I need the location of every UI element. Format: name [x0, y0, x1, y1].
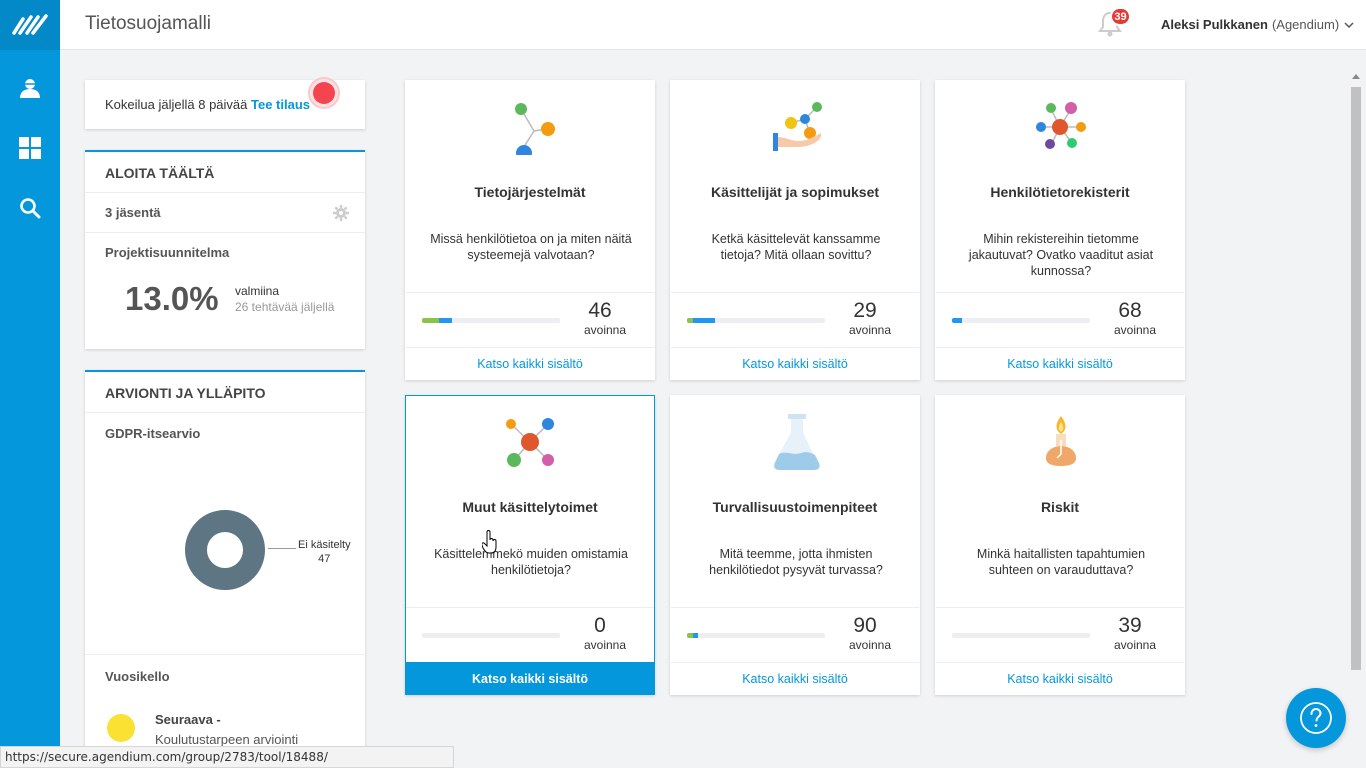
members-row[interactable]: 3 jäsentä — [85, 193, 365, 233]
progress-bar — [687, 633, 825, 638]
next-item[interactable]: Koulutustarpeen arviointi — [155, 732, 298, 747]
card-desc: Mihin rekistereihin tietomme jakautuvat?… — [968, 232, 1154, 278]
progress-segment — [422, 318, 439, 323]
notifications-button[interactable]: 39 — [1097, 7, 1131, 40]
help-button[interactable] — [1286, 688, 1346, 748]
card-title: Tietojärjestelmät — [474, 184, 586, 200]
open-label: avoinna — [848, 638, 892, 652]
progress-bar — [952, 318, 1090, 323]
dashboard-icon[interactable] — [0, 118, 60, 178]
open-count: 29 — [853, 299, 877, 322]
open-label: avoinna — [1113, 638, 1157, 652]
open-count: 68 — [1118, 299, 1142, 322]
progress-bar — [687, 318, 825, 323]
hand-cursor-icon — [482, 530, 497, 554]
open-count: 46 — [588, 299, 612, 322]
card-riskit[interactable]: Riskit Minkä haitallisten tapahtumien su… — [935, 395, 1185, 695]
open-label: avoinna — [583, 638, 627, 652]
search-icon[interactable] — [0, 178, 60, 238]
open-count: 90 — [853, 614, 877, 637]
card-desc: Mitä teemme, jotta ihmisten henkilötiedo… — [709, 547, 883, 577]
chevron-down-icon — [1344, 21, 1354, 28]
open-count: 39 — [1118, 614, 1142, 637]
progress-bar — [952, 633, 1090, 638]
project-percent: 13.0% — [125, 280, 219, 317]
subscribe-link[interactable]: Tee tilaus — [251, 97, 310, 112]
scroll-up-arrow[interactable] — [1352, 74, 1360, 79]
review-heading: ARVIONTI JA YLLÄPITO — [85, 372, 365, 413]
start-panel: ALOITA TÄÄLTÄ 3 jäsentä Projektisuunnite… — [85, 150, 365, 349]
card-desc: Minkä haitallisten tapahtumien suhteen o… — [976, 547, 1146, 577]
donut-label: Ei käsitelty 47 — [298, 538, 351, 566]
page-title: Tietosuojamalli — [85, 13, 212, 34]
hand-network-icon — [773, 102, 822, 151]
question-icon — [1300, 702, 1332, 734]
open-count: 0 — [594, 614, 606, 637]
scrollbar[interactable] — [1350, 70, 1362, 768]
card-desc: Missä henkilötietoa on ja miten näitä sy… — [430, 232, 632, 262]
progress-segment — [692, 633, 699, 638]
progress-segment — [438, 318, 453, 323]
sun-icon — [107, 714, 135, 742]
card-title: Riskit — [1040, 499, 1080, 515]
open-label: avoinna — [848, 323, 892, 337]
progress-bar — [422, 318, 560, 323]
view-all-link[interactable]: Katso kaikki sisältö — [671, 662, 919, 695]
scrollbar-thumb[interactable] — [1351, 87, 1361, 670]
open-label: avoinna — [583, 323, 627, 337]
gdpr-title[interactable]: GDPR-itsearvio — [85, 413, 365, 454]
progress-bar — [422, 633, 560, 638]
ready-label: valmiina — [235, 284, 280, 298]
next-label: Seuraava - — [155, 712, 221, 727]
yearclock-title[interactable]: Vuosikello — [85, 654, 365, 698]
flask-icon — [773, 414, 820, 470]
members-count: 3 jäsentä — [105, 205, 161, 220]
user-org: (Agendium) — [1271, 17, 1340, 32]
card-desc: Ketkä käsittelevät kanssamme tietoja? Mi… — [711, 232, 881, 262]
view-all-link[interactable]: Katso kaikki sisältö — [406, 662, 654, 695]
open-label: avoinna — [1113, 323, 1157, 337]
card-title: Käsittelijät ja sopimukset — [710, 184, 880, 200]
logo-icon[interactable] — [0, 0, 60, 50]
donut-label-value: 47 — [318, 553, 331, 565]
user-name: Aleksi Pulkkanen — [1161, 17, 1268, 32]
cluster-icon — [1036, 102, 1086, 149]
molecule-icon — [506, 418, 554, 467]
card-henkilotietorekisterit[interactable]: Henkilötietorekisterit Mihin rekistereih… — [935, 80, 1185, 380]
progress-segment — [952, 318, 962, 323]
card-turvallisuustoimenpiteet[interactable]: Turvallisuustoimenpiteet Mitä teemme, jo… — [670, 395, 920, 695]
start-heading: ALOITA TÄÄLTÄ — [85, 152, 365, 193]
left-rail — [0, 0, 60, 768]
card-title: Muut käsittelytoimet — [462, 499, 598, 515]
top-bar: Tietosuojamalli 39 Aleksi Pulkkanen (Age… — [60, 0, 1366, 50]
network-icon — [515, 103, 555, 155]
card-muut-kasittelytoimet[interactable]: Muut käsittelytoimet Käsittelemmekö muid… — [405, 395, 655, 695]
status-bar-url: https://secure.agendium.com/group/2783/t… — [0, 746, 454, 768]
user-icon[interactable] — [0, 58, 60, 118]
card-title: Henkilötietorekisterit — [990, 184, 1130, 200]
user-menu[interactable]: Aleksi Pulkkanen (Agendium) — [1161, 17, 1355, 32]
card-kasittelijat[interactable]: Käsittelijät ja sopimukset Ketkä käsitte… — [670, 80, 920, 380]
view-all-link[interactable]: Katso kaikki sisältö — [936, 347, 1184, 380]
trial-banner: Kokeilua jäljellä 8 päivää Tee tilaus — [85, 80, 365, 129]
view-all-link[interactable]: Katso kaikki sisältö — [936, 662, 1184, 695]
notification-badge: 39 — [1110, 7, 1131, 26]
card-desc: Käsittelemmekö muiden omistamia henkilöt… — [434, 547, 628, 577]
trial-text: Kokeilua jäljellä 8 päivää — [105, 97, 248, 112]
gdpr-donut-chart[interactable] — [185, 510, 265, 590]
alert-dot — [313, 82, 335, 104]
donut-leader-line — [268, 548, 296, 549]
view-all-link[interactable]: Katso kaikki sisältö — [671, 347, 919, 380]
donut-label-text: Ei käsitelty — [298, 539, 351, 551]
review-panel: ARVIONTI JA YLLÄPITO GDPR-itsearvio Ei k… — [85, 370, 365, 768]
gear-icon[interactable] — [333, 205, 349, 224]
card-title: Turvallisuustoimenpiteet — [712, 499, 878, 515]
view-all-link[interactable]: Katso kaikki sisältö — [406, 347, 654, 380]
progress-segment — [692, 318, 715, 323]
project-plan-title[interactable]: Projektisuunnitelma — [85, 233, 365, 260]
candle-icon — [1046, 416, 1076, 466]
card-tietojarjestelmat[interactable]: Tietojärjestelmät Missä henkilötietoa on… — [405, 80, 655, 380]
tasks-left: 26 tehtävää jäljellä — [235, 300, 335, 314]
